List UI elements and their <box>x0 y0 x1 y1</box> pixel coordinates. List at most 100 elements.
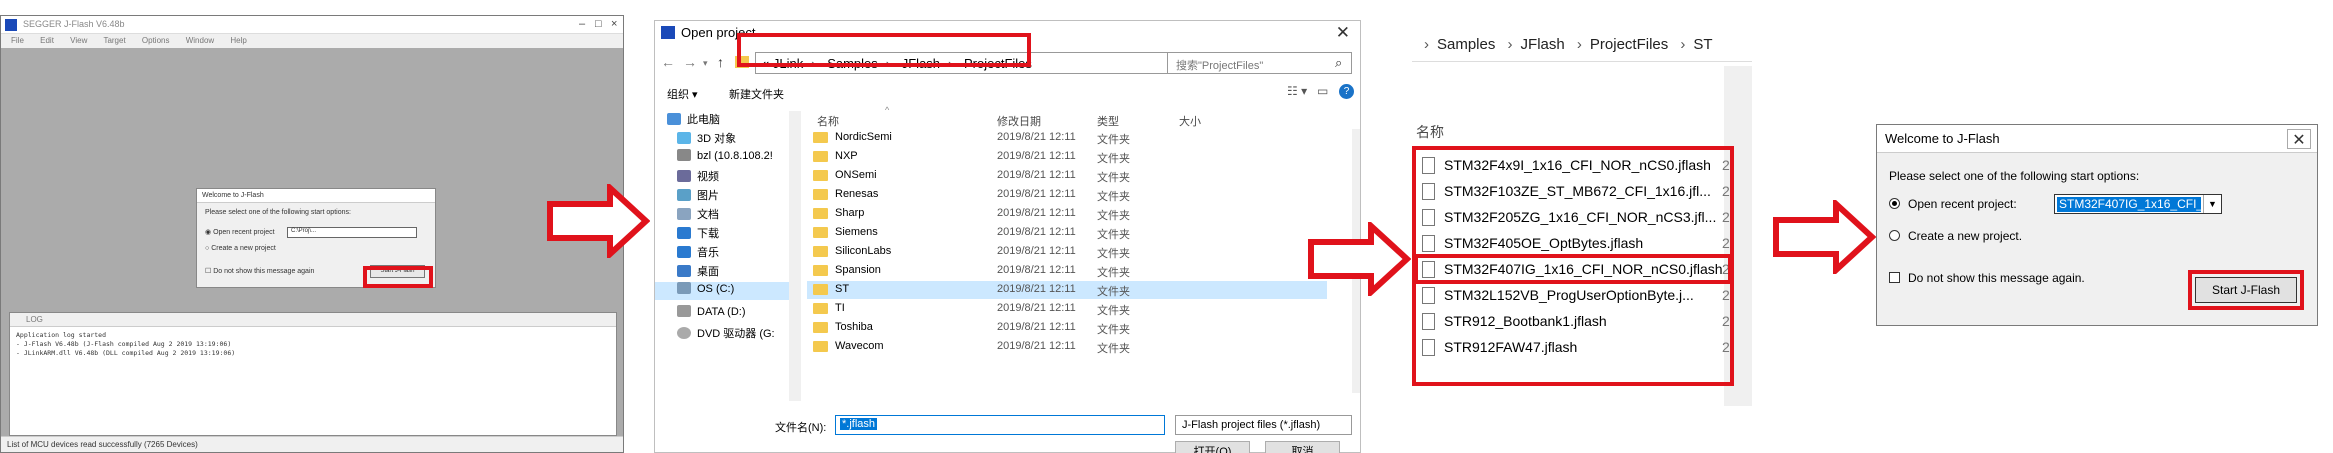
filename-input[interactable]: *.jflash <box>835 415 1165 435</box>
tree-item-os-c[interactable]: OS (C:) <box>655 282 791 300</box>
dont-show-checkbox[interactable]: Do not show this message again. <box>1889 271 2085 285</box>
tree-item-videos[interactable]: 视频 <box>677 168 719 186</box>
welcome-mini-title: Welcome to J-Flash <box>197 189 435 203</box>
menu-target[interactable]: Target <box>103 36 125 45</box>
chevron-down-icon[interactable]: ▼ <box>2203 195 2221 213</box>
col-size-header[interactable]: 大小 <box>1179 109 1201 129</box>
list-item[interactable]: Toshiba 2019/8/21 12:11 文件夹 <box>807 319 1327 337</box>
folder-icon <box>813 227 828 238</box>
welcome-mini-dont-show[interactable]: ☐ Do not show this message again <box>205 267 314 275</box>
tree-item-3d-objects[interactable]: 3D 对象 <box>677 130 736 148</box>
welcome-mini-create-new[interactable]: ○ Create a new project <box>205 245 276 252</box>
list-item[interactable]: Sharp 2019/8/21 12:11 文件夹 <box>807 205 1327 223</box>
open-button[interactable]: 打开(O) <box>1175 441 1250 453</box>
crumb-samples[interactable]: Samples <box>1437 36 1495 53</box>
new-folder-button[interactable]: 新建文件夹 <box>729 86 784 102</box>
tree-item-data-d[interactable]: DATA (D:) <box>677 305 745 323</box>
create-new-radio[interactable]: Create a new project. <box>1889 229 2022 243</box>
log-line: Application log started <box>16 331 107 339</box>
filetype-select[interactable]: J-Flash project files (*.jflash) <box>1175 415 1352 435</box>
tree-scrollbar[interactable] <box>789 111 801 401</box>
folder-icon <box>813 303 828 314</box>
highlight-selected-file <box>1414 254 1732 284</box>
recent-project-select[interactable]: STM32F407IG_1x16_CFI_NOR_nCS ▼ <box>2054 194 2222 214</box>
welcome-prompt: Please select one of the following start… <box>1889 169 2140 183</box>
col-type-header[interactable]: 类型 <box>1097 109 1119 129</box>
picture-icon <box>677 189 691 201</box>
menu-file[interactable]: File <box>11 36 24 45</box>
crumb-projectfiles[interactable]: ProjectFiles <box>1590 36 1668 53</box>
list-item-selected[interactable]: ST 2019/8/21 12:11 文件夹 <box>807 281 1327 299</box>
list-item[interactable]: Spansion 2019/8/21 12:11 文件夹 <box>807 262 1327 280</box>
sort-up-icon: ^ <box>885 105 890 115</box>
search-input[interactable]: 搜索"ProjectFiles" <box>1167 52 1352 74</box>
tree-item-this-pc[interactable]: 此电脑 <box>667 111 720 129</box>
list-item[interactable]: ONSemi 2019/8/21 12:11 文件夹 <box>807 167 1327 185</box>
folder-icon <box>813 246 828 257</box>
tree-item-pictures[interactable]: 图片 <box>677 187 719 205</box>
list-item[interactable]: Siemens 2019/8/21 12:11 文件夹 <box>807 224 1327 242</box>
folder-icon <box>813 284 828 295</box>
maximize-icon[interactable]: □ <box>595 18 602 30</box>
menu-edit[interactable]: Edit <box>40 36 54 45</box>
welcome-mini-recent-select[interactable]: C:\Proj\... <box>287 227 417 238</box>
minimize-icon[interactable]: – <box>579 18 585 30</box>
back-arrow-icon[interactable]: ← <box>661 54 675 70</box>
drive-icon <box>677 305 691 317</box>
tree-item-network-drive[interactable]: bzl (10.8.108.2! <box>677 149 773 167</box>
close-icon[interactable]: ✕ <box>2287 129 2311 149</box>
drive-icon <box>677 282 691 294</box>
history-chevron-icon[interactable]: ▾ <box>703 58 708 69</box>
organize-button[interactable]: 组织 ▾ <box>667 86 698 102</box>
tree-item-dvd-drive[interactable]: DVD 驱动器 (G: <box>677 325 775 343</box>
help-icon[interactable]: ? <box>1339 84 1354 99</box>
file-list: 名称 修改日期 类型 大小 ^ NordicSemi 2019/8/21 12:1… <box>807 105 1352 404</box>
network-drive-icon <box>677 149 691 161</box>
radio-checked-icon[interactable] <box>1889 198 1900 209</box>
menu-help[interactable]: Help <box>230 36 246 45</box>
list-item[interactable]: Wavecom 2019/8/21 12:11 文件夹 <box>807 338 1327 356</box>
tree-item-documents[interactable]: 文档 <box>677 206 719 224</box>
zoomed-address-bar[interactable]: › Samples › JFlash › ProjectFiles › ST <box>1412 36 1752 62</box>
crumb-jflash[interactable]: JFlash <box>1521 36 1565 53</box>
list-item[interactable]: Renesas 2019/8/21 12:11 文件夹 <box>807 186 1327 204</box>
recent-project-value: STM32F407IG_1x16_CFI_NOR_nCS <box>2057 197 2201 212</box>
close-icon[interactable]: × <box>611 18 617 30</box>
zoomed-file-list: › Samples › JFlash › ProjectFiles › ST 名称 ST… <box>1412 28 1752 453</box>
view-options-icon[interactable]: ☷ ▾ <box>1287 84 1307 98</box>
log-line: - JLinkARM.dll V6.48b (DLL compiled Aug … <box>16 349 236 357</box>
cancel-button[interactable]: 取消 <box>1265 441 1340 453</box>
list-item[interactable]: SiliconLabs 2019/8/21 12:11 文件夹 <box>807 243 1327 261</box>
log-title: LOG <box>10 313 616 327</box>
list-item[interactable]: TI 2019/8/21 12:11 文件夹 <box>807 300 1327 318</box>
tree-item-music[interactable]: 音乐 <box>677 244 719 262</box>
col-date-header[interactable]: 修改日期 <box>997 109 1041 129</box>
folder-icon <box>813 189 828 200</box>
menu-window[interactable]: Window <box>186 36 214 45</box>
menu-view[interactable]: View <box>70 36 87 45</box>
close-icon[interactable]: ✕ <box>1336 23 1350 43</box>
highlight-address-bar <box>737 33 1031 67</box>
welcome-mini-open-recent[interactable]: ◉ Open recent project <box>205 228 275 236</box>
log-window: LOG Application log started - J-Flash V6… <box>9 312 617 436</box>
list-item[interactable]: NordicSemi 2019/8/21 12:11 文件夹 <box>807 129 1327 147</box>
up-arrow-icon[interactable]: ↑ <box>717 54 724 70</box>
checkbox-icon[interactable] <box>1889 272 1900 283</box>
folder-icon <box>813 208 828 219</box>
col-name-header[interactable]: 名称 <box>1416 122 1444 142</box>
tree-item-desktop[interactable]: 桌面 <box>677 263 719 281</box>
col-name-header[interactable]: 名称 <box>817 109 839 129</box>
jflash-titlebar: SEGGER J-Flash V6.48b – □ × <box>1 16 623 34</box>
folder-icon <box>813 151 828 162</box>
crumb-st[interactable]: ST <box>1693 36 1712 53</box>
desktop-icon <box>677 265 691 277</box>
open-recent-radio[interactable]: Open recent project: <box>1889 197 2017 211</box>
tree-item-downloads[interactable]: 下载 <box>677 225 719 243</box>
list-item[interactable]: NXP 2019/8/21 12:11 文件夹 <box>807 148 1327 166</box>
welcome-dialog: Welcome to J-Flash ✕ Please select one o… <box>1876 124 2318 326</box>
menu-options[interactable]: Options <box>142 36 170 45</box>
forward-arrow-icon[interactable]: → <box>683 54 697 70</box>
radio-unchecked-icon[interactable] <box>1889 230 1900 241</box>
preview-pane-icon[interactable]: ▭ <box>1317 84 1328 98</box>
search-icon[interactable]: ⌕ <box>1335 55 1342 71</box>
